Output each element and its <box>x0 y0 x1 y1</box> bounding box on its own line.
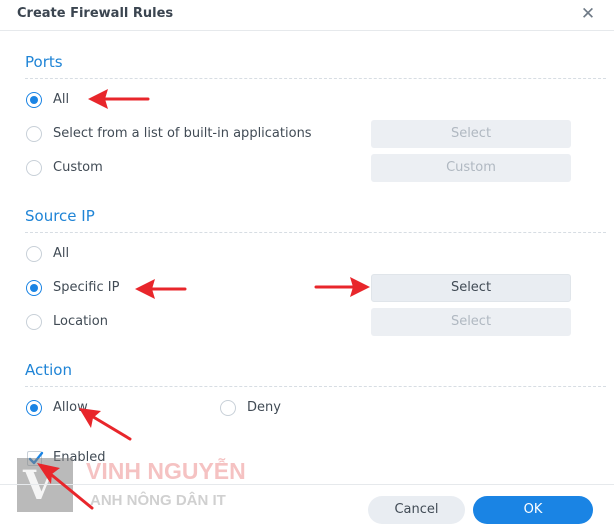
annotation-arrow-ports-all <box>88 89 150 109</box>
dialog-header: Create Firewall Rules ✕ <box>0 0 614 31</box>
cancel-button[interactable]: Cancel <box>368 496 465 524</box>
ports-builtin-radio[interactable] <box>26 126 42 142</box>
source-ip-specific-select-button[interactable]: Select <box>371 274 571 302</box>
source-ip-divider <box>25 232 606 233</box>
ports-all-label: All <box>53 92 70 107</box>
ok-button[interactable]: OK <box>473 496 593 524</box>
annotation-arrow-select-button <box>314 277 370 297</box>
action-deny-radio[interactable] <box>220 400 236 416</box>
source-ip-location-select-button[interactable]: Select <box>371 308 571 336</box>
source-ip-specific-label: Specific IP <box>53 280 120 295</box>
ports-section-title: Ports <box>25 53 63 71</box>
ports-custom-button[interactable]: Custom <box>371 154 571 182</box>
ports-divider <box>25 78 606 79</box>
ports-builtin-select-button[interactable]: Select <box>371 120 571 148</box>
annotation-arrow-specific-ip <box>135 279 187 299</box>
source-ip-section-title: Source IP <box>25 207 95 225</box>
ports-custom-label: Custom <box>53 160 103 175</box>
action-deny-label: Deny <box>247 400 281 415</box>
source-ip-all-radio[interactable] <box>26 246 42 262</box>
close-icon[interactable]: ✕ <box>578 4 598 24</box>
source-ip-location-label: Location <box>53 314 108 329</box>
dialog-title: Create Firewall Rules <box>17 6 174 21</box>
action-allow-radio[interactable] <box>26 400 42 416</box>
ports-custom-radio[interactable] <box>26 160 42 176</box>
watermark-subtitle: ANH NÔNG DÂN IT <box>90 492 226 509</box>
annotation-arrow-enabled <box>37 463 94 510</box>
ports-builtin-label: Select from a list of built-in applicati… <box>53 126 312 141</box>
action-section-title: Action <box>25 361 72 379</box>
watermark-name: VINH NGUYỄN <box>86 458 246 484</box>
source-ip-location-radio[interactable] <box>26 314 42 330</box>
ports-all-radio[interactable] <box>26 92 42 108</box>
source-ip-all-label: All <box>53 246 70 261</box>
source-ip-specific-radio[interactable] <box>26 280 42 296</box>
annotation-arrow-allow <box>79 408 132 441</box>
action-divider <box>25 386 606 387</box>
